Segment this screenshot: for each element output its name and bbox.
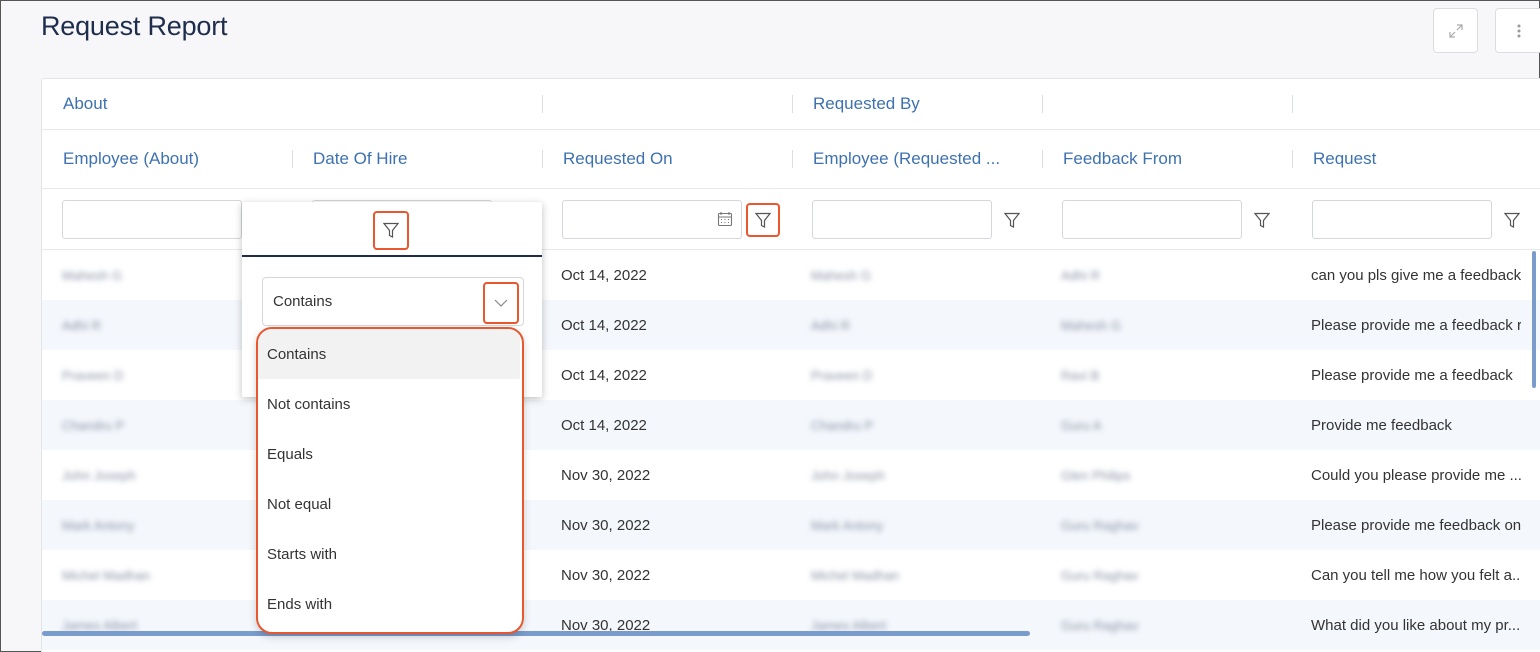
requested-on-cell: Oct 14, 2022 — [561, 416, 647, 434]
feedback-from-filter-button[interactable] — [1245, 203, 1279, 237]
feedback-from-cell: Guru Raghav — [1061, 567, 1139, 583]
employee-about-cell: Mark Antony — [62, 517, 135, 533]
column-header-requested-on[interactable]: Requested On — [542, 130, 792, 188]
option-not-contains[interactable]: Not contains — [258, 379, 520, 429]
request-cell: Provide me feedback — [1311, 416, 1452, 434]
request-filter-input[interactable] — [1312, 200, 1492, 239]
more-vertical-icon — [1517, 24, 1521, 37]
feedback-from-cell: Mahesh G — [1061, 317, 1121, 333]
requested-by-cell: Adhi R — [811, 317, 851, 333]
column-header-row: Employee (About) Date Of Hire Requested … — [42, 130, 1540, 189]
option-ends-with[interactable]: Ends with — [258, 579, 520, 629]
employee-about-cell: John Joseph — [62, 467, 136, 483]
horizontal-scrollbar[interactable] — [42, 631, 1030, 636]
request-cell: Please provide me a feedback — [1311, 366, 1513, 384]
employee-requested-filter-input[interactable] — [812, 200, 992, 239]
requested-on-cell: Nov 30, 2022 — [561, 466, 651, 484]
column-header-employee-about[interactable]: Employee (About) — [42, 130, 292, 188]
feedback-from-cell: Guru Raghav — [1061, 517, 1139, 533]
requested-on-filter-button[interactable] — [746, 203, 780, 237]
filter-icon — [1004, 212, 1020, 228]
requested-on-filter-input[interactable] — [562, 200, 742, 239]
request-cell: can you pls give me a feedback ... — [1311, 266, 1521, 284]
operator-dropdown-toggle[interactable] — [483, 282, 519, 324]
chevron-down-icon — [494, 299, 508, 307]
expand-button[interactable] — [1433, 8, 1478, 53]
request-cell: What did you like about my pr... — [1311, 616, 1521, 634]
column-separator — [542, 95, 543, 113]
request-cell: Can you tell me how you felt a... — [1311, 566, 1521, 584]
column-header-request[interactable]: Request — [1292, 130, 1540, 188]
requested-on-cell: Oct 14, 2022 — [561, 366, 647, 384]
more-options-button[interactable] — [1495, 8, 1540, 53]
filter-icon — [755, 212, 771, 228]
filter-operator-select[interactable]: Contains — [262, 277, 524, 326]
filter-icon — [1504, 212, 1520, 228]
requested-on-cell: Nov 30, 2022 — [561, 616, 651, 634]
employee-requested-filter-button[interactable] — [995, 203, 1029, 237]
request-cell: Could you please provide me ... — [1311, 466, 1521, 484]
option-starts-with[interactable]: Starts with — [258, 529, 520, 579]
requested-by-cell: Mahesh G — [811, 267, 871, 283]
request-cell: Please provide me a feedback r... — [1311, 316, 1521, 334]
employee-about-filter-input[interactable] — [62, 200, 242, 239]
feedback-from-cell: Guru A — [1061, 417, 1102, 433]
column-header-date-of-hire[interactable]: Date Of Hire — [292, 130, 542, 188]
option-not-equal[interactable]: Not equal — [258, 479, 520, 529]
requested-by-cell: Michel Madhan — [811, 567, 900, 583]
group-header-row: About Requested By — [42, 79, 1540, 130]
filter-operator-options: Contains Not contains Equals Not equal S… — [256, 327, 524, 634]
requested-by-cell: Chandru P — [811, 417, 874, 433]
employee-about-cell: Michel Madhan — [62, 567, 151, 583]
request-filter-button[interactable] — [1495, 203, 1529, 237]
column-header-employee-requested[interactable]: Employee (Requested ... — [792, 130, 1002, 188]
requested-by-cell: James Albert — [811, 617, 887, 633]
page-title: Request Report — [41, 11, 228, 41]
feedback-from-cell: Glen Philips — [1061, 467, 1131, 483]
filter-popup-tab[interactable] — [242, 202, 542, 257]
feedback-from-cell: Adhi R — [1061, 267, 1101, 283]
employee-about-cell: James Albert — [62, 617, 138, 633]
group-header-about[interactable]: About — [42, 79, 292, 129]
feedback-from-filter-input[interactable] — [1062, 200, 1242, 239]
group-header-requested-by[interactable]: Requested By — [792, 79, 1042, 129]
filter-operator-value: Contains — [273, 293, 333, 310]
requested-on-cell: Oct 14, 2022 — [561, 316, 647, 334]
requested-on-cell: Nov 30, 2022 — [561, 566, 651, 584]
expand-icon — [1448, 23, 1463, 38]
column-header-feedback-from[interactable]: Feedback From — [1042, 130, 1292, 188]
column-separator — [1042, 95, 1043, 113]
option-equals[interactable]: Equals — [258, 429, 520, 479]
filter-tab-button[interactable] — [373, 211, 409, 250]
feedback-from-cell: Guru Raghav — [1061, 617, 1139, 633]
requested-on-cell: Nov 30, 2022 — [561, 516, 651, 534]
filter-icon — [383, 222, 399, 238]
requested-by-cell: John Joseph — [811, 467, 885, 483]
requested-by-cell: Praveen D — [811, 367, 873, 383]
request-cell: Please provide me feedback on... — [1311, 516, 1521, 534]
requested-by-cell: Mark Antony — [811, 517, 884, 533]
column-separator — [1292, 95, 1293, 113]
calendar-icon[interactable] — [717, 211, 733, 227]
option-contains[interactable]: Contains — [258, 329, 520, 379]
employee-about-cell: Chandru P — [62, 417, 125, 433]
requested-on-cell: Oct 14, 2022 — [561, 266, 647, 284]
vertical-scrollbar[interactable] — [1532, 251, 1536, 388]
feedback-from-cell: Ravi B — [1061, 367, 1100, 383]
filter-icon — [1254, 212, 1270, 228]
